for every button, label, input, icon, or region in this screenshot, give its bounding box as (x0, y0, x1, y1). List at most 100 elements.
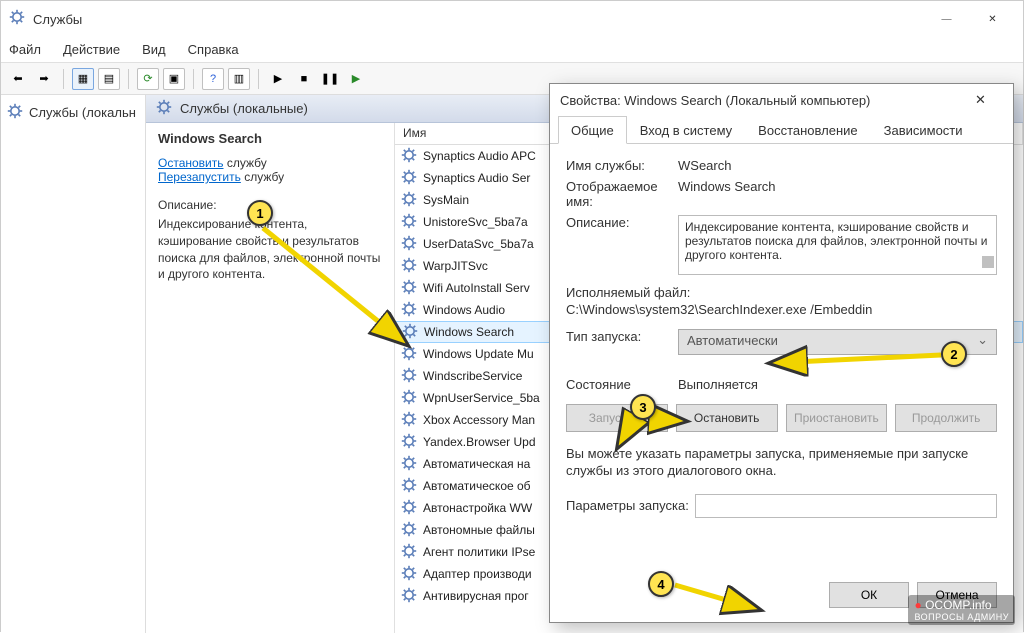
service-name: Автоматическая на (423, 457, 530, 471)
value-state: Выполняется (678, 377, 758, 392)
forward-button[interactable]: ➡ (33, 68, 55, 90)
tb-help[interactable]: ? (202, 68, 224, 90)
label-startup-type: Тип запуска: (566, 329, 678, 344)
detail-title: Windows Search (158, 131, 382, 146)
menu-action[interactable]: Действие (63, 42, 120, 57)
gear-icon (401, 257, 417, 276)
label-executable: Исполняемый файл: (566, 285, 997, 300)
service-name: UnistoreSvc_5ba7a (423, 215, 528, 229)
service-name: Windows Update Mu (423, 347, 534, 361)
gear-icon (401, 389, 417, 408)
tab-general[interactable]: Общие (558, 116, 627, 144)
menu-file[interactable]: Файл (9, 42, 41, 57)
value-executable: C:\Windows\system32\SearchIndexer.exe /E… (566, 302, 997, 317)
tab-logon[interactable]: Вход в систему (627, 116, 745, 144)
annotation-marker-4: 4 (648, 571, 674, 597)
service-name: Synaptics Audio APC (423, 149, 536, 163)
stop-service-button[interactable]: Остановить (676, 404, 778, 432)
tab-recovery[interactable]: Восстановление (745, 116, 870, 144)
label-params: Параметры запуска: (566, 498, 689, 513)
service-name: Windows Audio (423, 303, 505, 317)
stop-service-link[interactable]: Остановить (158, 156, 224, 170)
label-display-name: Отображаемое имя: (566, 179, 678, 209)
close-button[interactable]: ✕ (970, 5, 1015, 33)
service-name: UserDataSvc_5ba7a (423, 237, 534, 251)
pause-button[interactable]: Приостановить (786, 404, 888, 432)
gear-icon (401, 191, 417, 210)
params-input[interactable] (695, 494, 997, 518)
dialog-title: Свойства: Windows Search (Локальный комп… (560, 93, 870, 108)
tb-btn[interactable]: ▥ (228, 68, 250, 90)
service-name: Агент политики IPse (423, 545, 535, 559)
tab-dependencies[interactable]: Зависимости (871, 116, 976, 144)
service-name: SysMain (423, 193, 469, 207)
stop-button[interactable]: ■ (293, 68, 315, 90)
label-service-name: Имя службы: (566, 158, 678, 173)
desc-text: Индексирование контента, кэширование сво… (158, 216, 382, 283)
dialog-close-button[interactable]: ✕ (958, 85, 1003, 115)
gear-icon (401, 499, 417, 518)
pause-button[interactable]: ❚❚ (319, 68, 341, 90)
restart-service-link[interactable]: Перезапустить (158, 170, 241, 184)
gear-icon (401, 455, 417, 474)
gear-icon (156, 99, 172, 118)
value-service-name: WSearch (678, 158, 997, 173)
separator (128, 69, 129, 89)
separator (258, 69, 259, 89)
tb-btn[interactable]: ▦ (72, 68, 94, 90)
tb-refresh[interactable]: ⟳ (137, 68, 159, 90)
service-name: Synaptics Audio Ser (423, 171, 530, 185)
text: службу (241, 170, 284, 184)
desc-text-val: Индексирование контента, кэширование сво… (685, 220, 987, 262)
gear-icon (9, 9, 25, 30)
startup-value: Автоматически (687, 333, 778, 348)
restart-button[interactable]: ▶ (345, 68, 367, 90)
back-button[interactable]: ⬅ (7, 68, 29, 90)
annotation-marker-2: 2 (941, 341, 967, 367)
gear-icon (401, 587, 417, 606)
gear-icon (401, 433, 417, 452)
watermark-site: OCOMP.info (925, 598, 991, 612)
gear-icon (401, 301, 417, 320)
service-name: WpnUserService_5ba (423, 391, 540, 405)
menubar: Файл Действие Вид Справка (1, 37, 1023, 63)
gear-icon (401, 147, 417, 166)
resume-button[interactable]: Продолжить (895, 404, 997, 432)
ok-button[interactable]: ОК (829, 582, 909, 608)
watermark-sub: ВОПРОСЫ АДМИНУ (914, 612, 1009, 622)
window-title: Службы (33, 12, 82, 27)
service-name: Xbox Accessory Man (423, 413, 535, 427)
gear-icon (401, 565, 417, 584)
service-name: WarpJITSvc (423, 259, 488, 273)
service-name: Yandex.Browser Upd (423, 435, 536, 449)
tree-label: Службы (локальн (29, 105, 136, 120)
tree-panel: Службы (локальн (1, 95, 146, 633)
detail-panel: Windows Search Остановить службу Перезап… (146, 123, 394, 633)
gear-icon (401, 345, 417, 364)
tree-item-services[interactable]: Службы (локальн (5, 101, 141, 124)
tb-btn[interactable]: ▤ (98, 68, 120, 90)
gear-icon (401, 543, 417, 562)
scroll-thumb[interactable] (982, 256, 994, 268)
tb-export[interactable]: ▣ (163, 68, 185, 90)
service-name: Автономные файлы (423, 523, 535, 537)
separator (63, 69, 64, 89)
minimize-button[interactable]: — (924, 5, 969, 33)
value-display-name: Windows Search (678, 179, 997, 194)
service-name: Антивирусная прог (423, 589, 529, 603)
desc-textarea[interactable]: Индексирование контента, кэширование сво… (678, 215, 997, 275)
main-header-text: Службы (локальные) (180, 101, 308, 116)
service-name: Адаптер производи (423, 567, 532, 581)
menu-view[interactable]: Вид (142, 42, 166, 57)
text: службу (224, 156, 267, 170)
watermark: ● OCOMP.info ВОПРОСЫ АДМИНУ (908, 595, 1015, 625)
menu-help[interactable]: Справка (188, 42, 239, 57)
gear-icon (401, 411, 417, 430)
gear-icon (401, 213, 417, 232)
play-button[interactable]: ▶ (267, 68, 289, 90)
gear-icon (401, 367, 417, 386)
annotation-marker-3: 3 (630, 394, 656, 420)
separator (193, 69, 194, 89)
label-desc: Описание: (566, 215, 678, 230)
annotation-marker-1: 1 (247, 200, 273, 226)
